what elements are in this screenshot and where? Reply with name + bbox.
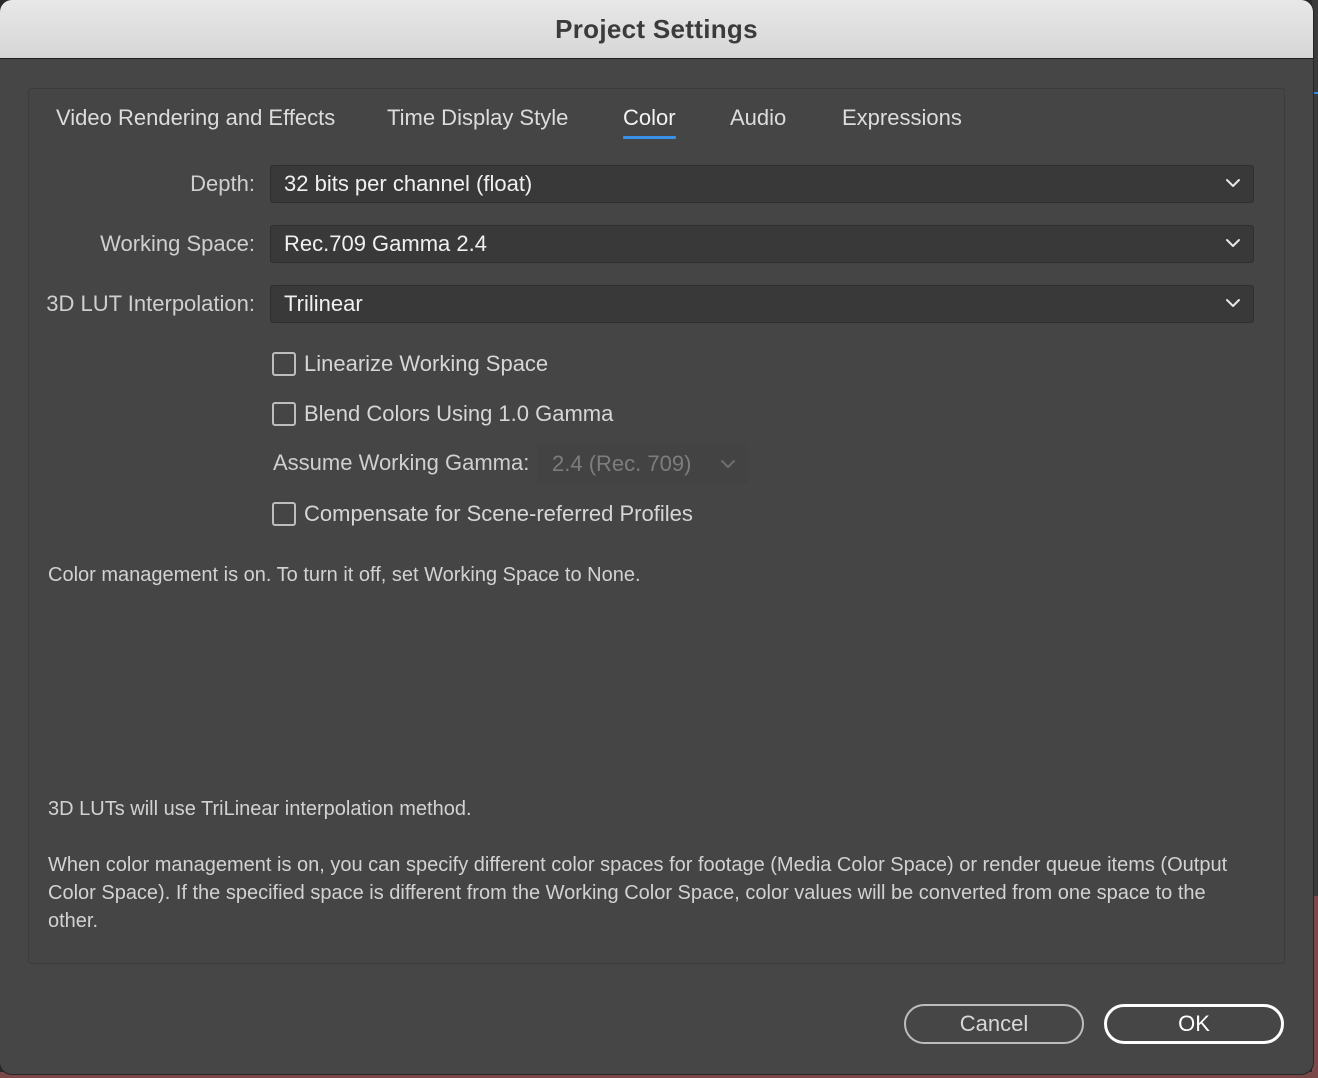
- blend-colors-label: Blend Colors Using 1.0 Gamma: [304, 401, 614, 426]
- chevron-down-icon: [1226, 179, 1240, 187]
- project-settings-dialog: Project Settings Video Rendering and Eff…: [0, 0, 1313, 1074]
- background-accent-mark: [1313, 92, 1318, 94]
- lut-interpolation-note: 3D LUTs will use TriLinear interpolation…: [48, 798, 472, 820]
- active-tab-indicator: [623, 136, 676, 139]
- blend-colors-option[interactable]: Blend Colors Using 1.0 Gamma: [272, 399, 613, 429]
- tab-expressions[interactable]: Expressions: [842, 104, 962, 134]
- blend-colors-checkbox[interactable]: [272, 402, 296, 426]
- assume-working-gamma-value: 2.4 (Rec. 709): [552, 451, 692, 476]
- working-space-dropdown[interactable]: Rec.709 Gamma 2.4: [270, 225, 1254, 263]
- cancel-button-label: Cancel: [959, 1011, 1029, 1036]
- tab-label: Time Display Style: [387, 105, 569, 130]
- tab-audio[interactable]: Audio: [730, 104, 786, 134]
- chevron-down-icon: [1226, 239, 1240, 247]
- compensate-scene-referred-label: Compensate for Scene-referred Profiles: [304, 501, 693, 526]
- depth-label: Depth:: [190, 171, 255, 196]
- tab-label: Color: [623, 105, 676, 130]
- assume-working-gamma-label: Assume Working Gamma:: [273, 450, 530, 475]
- lut-interpolation-value: Trilinear: [284, 291, 363, 316]
- linearize-working-space-checkbox[interactable]: [272, 352, 296, 376]
- tab-label: Video Rendering and Effects: [56, 105, 336, 130]
- cancel-button[interactable]: Cancel: [904, 1004, 1084, 1044]
- chevron-down-icon: [1226, 299, 1240, 307]
- working-space-value: Rec.709 Gamma 2.4: [284, 231, 487, 256]
- lut-interpolation-dropdown[interactable]: Trilinear: [270, 285, 1254, 323]
- tab-color[interactable]: Color: [623, 104, 676, 139]
- compensate-scene-referred-option[interactable]: Compensate for Scene-referred Profiles: [272, 499, 693, 529]
- linearize-working-space-option[interactable]: Linearize Working Space: [272, 349, 548, 379]
- color-management-description: When color management is on, you can spe…: [48, 854, 1228, 932]
- compensate-scene-referred-checkbox[interactable]: [272, 502, 296, 526]
- ok-button[interactable]: OK: [1104, 1004, 1284, 1044]
- dialog-title: Project Settings: [555, 13, 758, 44]
- depth-dropdown[interactable]: 32 bits per channel (float): [270, 165, 1254, 203]
- working-space-label: Working Space:: [100, 231, 255, 256]
- lut-interpolation-label: 3D LUT Interpolation:: [46, 291, 255, 316]
- linearize-working-space-label: Linearize Working Space: [304, 351, 549, 376]
- assume-working-gamma-dropdown: 2.4 (Rec. 709): [538, 445, 748, 483]
- ok-button-label: OK: [1178, 1011, 1210, 1036]
- tab-video-rendering-and-effects[interactable]: Video Rendering and Effects: [56, 104, 335, 134]
- tab-time-display-style[interactable]: Time Display Style: [387, 104, 568, 134]
- tab-label: Audio: [730, 105, 787, 130]
- chevron-down-icon: [721, 460, 735, 468]
- tab-label: Expressions: [842, 105, 962, 130]
- title-bar[interactable]: Project Settings: [0, 0, 1313, 59]
- color-management-status-text: Color management is on. To turn it off, …: [48, 564, 641, 586]
- depth-value: 32 bits per channel (float): [284, 171, 533, 196]
